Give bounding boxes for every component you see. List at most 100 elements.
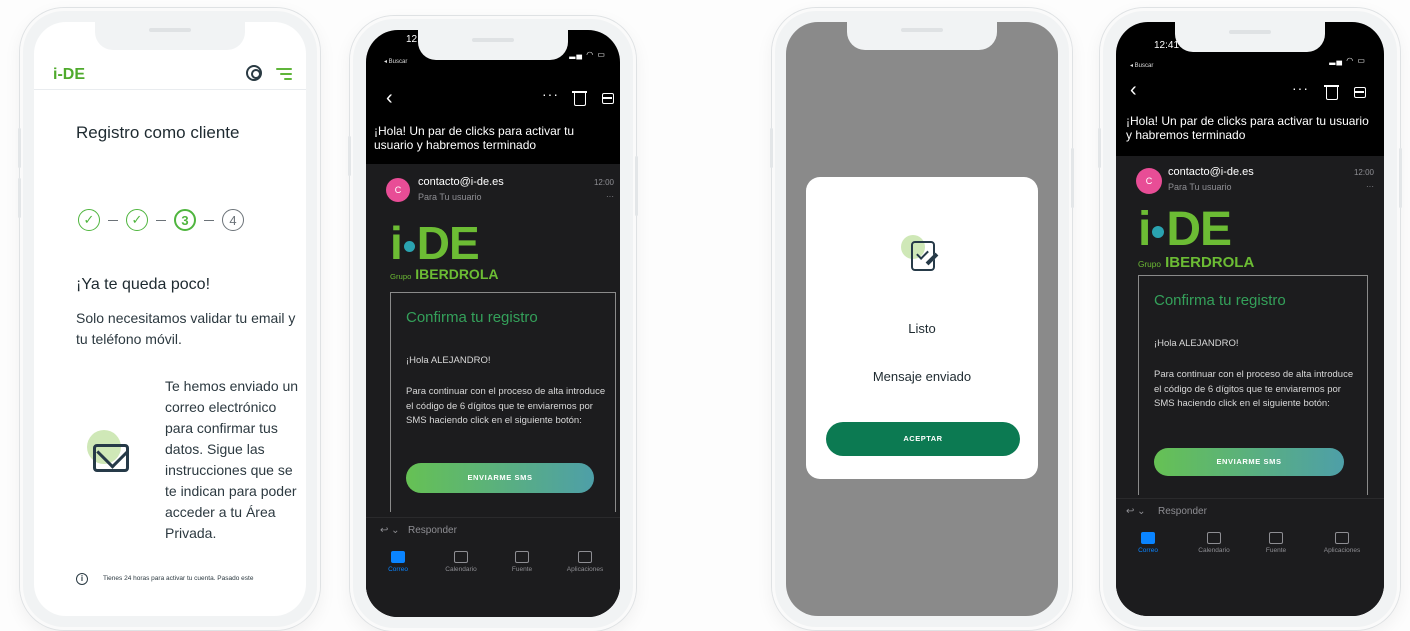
phone-registration: i-DE Registro como cliente ✓ ✓ 3 4 ¡Ya t… [18, 8, 320, 630]
more-icon[interactable]: ··· [1292, 80, 1309, 96]
trash-icon[interactable] [1324, 85, 1339, 100]
side-button [1098, 128, 1101, 168]
more-icon[interactable]: ··· [1366, 182, 1374, 191]
side-button [770, 128, 773, 168]
document-check-icon [901, 235, 941, 275]
reply-button[interactable]: Responder [408, 525, 457, 536]
notch [847, 20, 997, 50]
email-time: 12:00 [593, 178, 614, 187]
tab-label: Calendario [445, 566, 477, 573]
info-icon: i [76, 573, 88, 585]
tab-label: Aplicaciones [566, 566, 604, 573]
dialog-title: Listo [908, 321, 936, 336]
recipient: Para Tu usuario [1168, 182, 1232, 192]
email-subject: ¡Hola! Un par de clicks para activar tu … [1116, 114, 1384, 142]
step-3-current: 3 [174, 209, 196, 231]
reply-arrow-icon[interactable]: ↩ ⌄ [380, 525, 400, 536]
signal-wifi-battery-icon: ▂▄ ◠ ▭ [1329, 56, 1366, 65]
tab-apps[interactable]: Aplicaciones [556, 551, 614, 573]
step-divider [204, 219, 214, 221]
email-body: C contacto@i-de.es Para Tu usuario 12:00… [1116, 156, 1384, 616]
mail-icon [391, 551, 405, 563]
email-screen: 12:41 ◂ Buscar ▂▄ ◠ ▭ ‹ ··· ¡Hola! Un pa… [366, 30, 620, 617]
logo-i: i [1138, 203, 1151, 256]
tab-bar: Correo Calendario Fuente Aplicaciones [1116, 524, 1384, 582]
back-chevron-icon[interactable]: ‹ [386, 88, 393, 108]
side-button [18, 178, 21, 218]
tab-label: Calendario [1198, 547, 1230, 554]
sender-avatar: C [1136, 168, 1162, 194]
menu-icon[interactable] [276, 68, 292, 80]
status-time: 12:41 [1154, 40, 1180, 51]
step-2-done-icon: ✓ [126, 209, 148, 231]
greeting: ¡Hola ALEJANDRO! [406, 355, 491, 366]
send-sms-button[interactable]: ENVIARME SMS [406, 463, 594, 493]
iberdrola-group-logo: Grupo IBERDROLA [390, 266, 499, 282]
reply-bar: ↩ ⌄ Responder [366, 517, 620, 543]
ide-brand-logo: i DE [1138, 202, 1232, 257]
dialog-screen: Listo Mensaje enviado ACEPTAR [786, 22, 1058, 616]
tab-source[interactable]: Fuente [1256, 532, 1296, 554]
confirmation-card: Confirma tu registro ¡Hola ALEJANDRO! Pa… [1138, 275, 1368, 495]
group-prefix: Grupo [1138, 260, 1161, 269]
notch [418, 30, 568, 60]
confirmation-card: Confirma tu registro ¡Hola ALEJANDRO! Pa… [390, 292, 616, 512]
phone-dialog: Listo Mensaje enviado ACEPTAR [770, 8, 1074, 630]
calendar-icon [454, 551, 468, 563]
apps-icon [1335, 532, 1349, 544]
notch [1175, 22, 1325, 52]
tab-mail[interactable]: Correo [378, 551, 418, 573]
calendar-icon [1207, 532, 1221, 544]
back-chevron-icon[interactable]: ‹ [1130, 80, 1137, 100]
phone-email: 12:41 ◂ Buscar ▂▄ ◠ ▭ ‹ ··· ¡Hola! Un pa… [348, 16, 638, 631]
email-subject: ¡Hola! Un par de clicks para activar tu … [366, 124, 620, 152]
back-to-search-link[interactable]: ◂ Buscar [384, 58, 407, 65]
reply-arrow-icon[interactable]: ↩ ⌄ [1126, 506, 1146, 517]
tab-calendar[interactable]: Calendario [436, 551, 486, 573]
step-1-done-icon: ✓ [78, 209, 100, 231]
user-icon[interactable] [246, 65, 262, 81]
more-icon[interactable]: ··· [606, 192, 614, 201]
sender-address[interactable]: contacto@i-de.es [418, 176, 504, 188]
group-prefix: Grupo [390, 272, 412, 281]
source-icon [1269, 532, 1283, 544]
mail-toolbar: ‹ ··· [1116, 80, 1384, 108]
dialog-message: Mensaje enviado [872, 369, 972, 384]
tab-label: Correo [1138, 547, 1158, 554]
side-button [1399, 148, 1402, 208]
tab-label: Fuente [1265, 547, 1287, 554]
tab-source[interactable]: Fuente [502, 551, 542, 573]
trash-icon[interactable] [572, 91, 587, 106]
side-button [348, 136, 351, 176]
reply-button[interactable]: Responder [1158, 506, 1207, 517]
phone-email-2: 12:41 ◂ Buscar ▂▄ ◠ ▭ ‹ ··· ¡Hola! Un pa… [1098, 8, 1402, 630]
tab-calendar[interactable]: Calendario [1188, 532, 1240, 554]
sender-address[interactable]: contacto@i-de.es [1168, 166, 1254, 178]
group-name: IBERDROLA [415, 266, 499, 282]
back-to-search-link[interactable]: ◂ Buscar [1130, 62, 1153, 69]
tab-label: Aplicaciones [1323, 547, 1361, 554]
stage: i-DE Registro como cliente ✓ ✓ 3 4 ¡Ya t… [0, 0, 1410, 631]
tab-mail[interactable]: Correo [1128, 532, 1168, 554]
archive-icon[interactable] [602, 93, 614, 104]
accept-button[interactable]: ACEPTAR [826, 422, 1020, 456]
mail-icon [1141, 532, 1155, 544]
tab-apps[interactable]: Aplicaciones [1312, 532, 1372, 554]
side-button [1071, 148, 1074, 208]
send-sms-button[interactable]: ENVIARME SMS [1154, 448, 1344, 476]
card-title: Confirma tu registro [406, 309, 538, 326]
step-divider [156, 219, 166, 221]
envelope-icon [87, 430, 135, 478]
reply-bar: ↩ ⌄ Responder [1116, 498, 1384, 524]
card-body: Para continuar con el proceso de alta in… [1154, 369, 1354, 409]
iberdrola-group-logo: Grupo IBERDROLA [1138, 254, 1254, 271]
side-button [635, 156, 638, 216]
recipient: Para Tu usuario [418, 192, 482, 202]
logo-dot-icon [1152, 226, 1165, 239]
more-icon[interactable]: ··· [542, 86, 559, 102]
step-divider [108, 219, 118, 221]
archive-icon[interactable] [1354, 87, 1366, 98]
sender-avatar: C [386, 178, 410, 202]
ide-logo[interactable]: i-DE [53, 66, 85, 84]
group-name: IBERDROLA [1165, 254, 1255, 271]
